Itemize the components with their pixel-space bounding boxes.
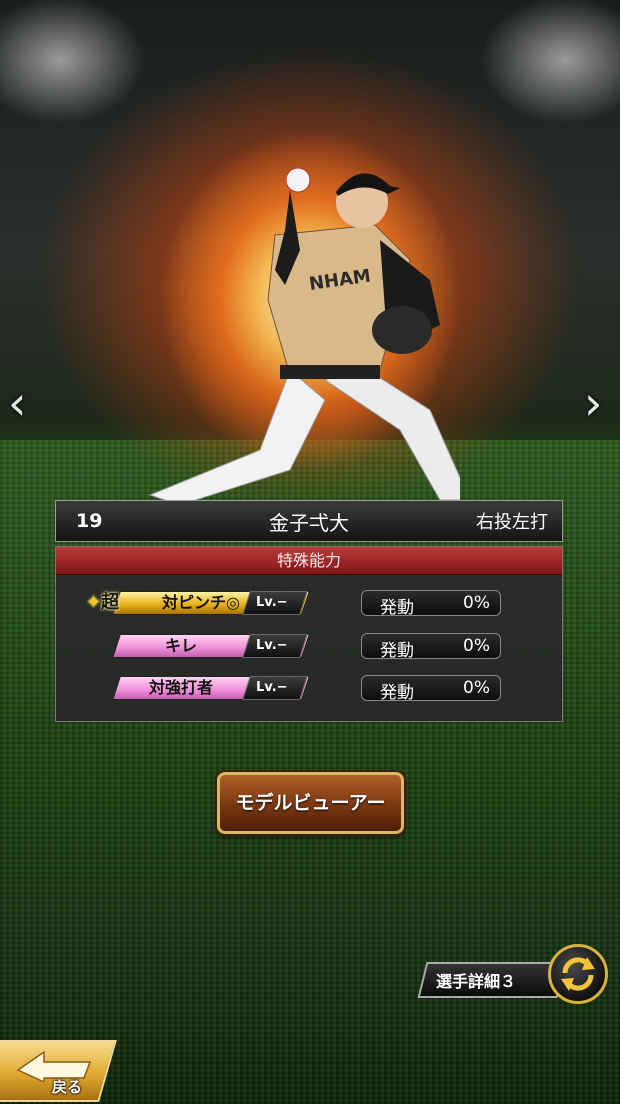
activation-rate: 0% bbox=[463, 593, 490, 613]
activation-label: 発動 bbox=[380, 641, 414, 661]
player-header-bar: 19 金子弌大 右投左打 bbox=[55, 500, 563, 542]
next-player-chevron-right-icon[interactable]: › bbox=[584, 380, 602, 426]
activation-rate-box: 発動 0% bbox=[361, 675, 501, 703]
ability-row[interactable]: キレ Lv.− 発動 0% bbox=[56, 633, 562, 662]
ability-level: Lv.− bbox=[256, 680, 288, 695]
back-button[interactable]: 戻る bbox=[0, 1040, 117, 1102]
prev-player-chevron-left-icon[interactable]: ‹ bbox=[8, 380, 26, 426]
rotate-arrows-icon bbox=[561, 957, 595, 991]
ability-row[interactable]: ✦超 対ピンチ◎ Lv.− 発動 0% bbox=[56, 588, 562, 619]
ability-row[interactable]: 対強打者 Lv.− 発動 0% bbox=[56, 675, 562, 704]
activation-rate: 0% bbox=[463, 678, 490, 698]
super-tier-badge: ✦超 bbox=[86, 588, 119, 614]
activation-rate-box: 発動 0% bbox=[361, 590, 501, 618]
activation-label: 発動 bbox=[380, 598, 414, 618]
back-label: 戻る bbox=[52, 1078, 83, 1096]
activation-label: 発動 bbox=[380, 683, 414, 703]
player-detail-button[interactable]: 選手詳細３ bbox=[436, 968, 516, 992]
ability-name: キレ bbox=[164, 636, 197, 655]
player-image: NHAM bbox=[148, 167, 460, 506]
sparkle-icon: ✦ bbox=[86, 592, 102, 613]
throw-bat-type: 右投左打 bbox=[476, 512, 548, 533]
special-ability-panel: 特殊能力 ✦超 対ピンチ◎ Lv.− 発動 0% キレ Lv.− 発動 0% 対… bbox=[55, 546, 563, 722]
tier-text: 超 bbox=[101, 592, 120, 613]
switch-page-button[interactable] bbox=[548, 944, 608, 1004]
ability-level: Lv.− bbox=[256, 638, 288, 653]
model-viewer-button[interactable]: モデルビューアー bbox=[217, 772, 404, 834]
activation-rate-box: 発動 0% bbox=[361, 633, 501, 661]
panel-title: 特殊能力 bbox=[56, 547, 562, 575]
ability-name: 対強打者 bbox=[148, 678, 213, 697]
activation-rate: 0% bbox=[463, 636, 490, 656]
ability-level: Lv.− bbox=[256, 595, 288, 610]
